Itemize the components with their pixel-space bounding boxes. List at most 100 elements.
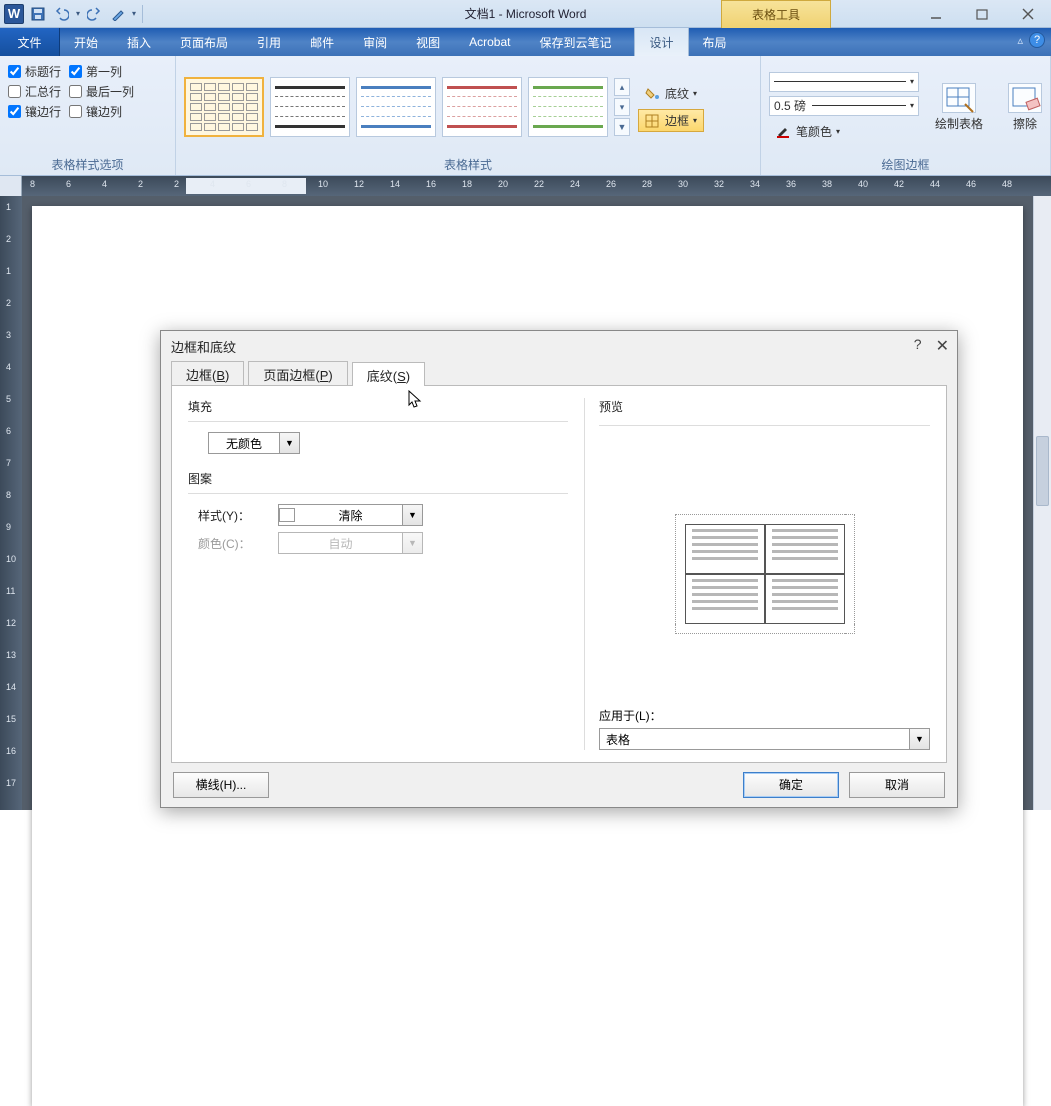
undo-dropdown-icon[interactable]: ▾ bbox=[76, 9, 80, 18]
tab-review[interactable]: 审阅 bbox=[349, 28, 402, 56]
chk-first-col[interactable]: 第一列 bbox=[69, 63, 134, 80]
tab-design[interactable]: 设计 bbox=[634, 28, 688, 56]
pattern-color-combo: 自动 ▼ bbox=[278, 532, 423, 554]
gallery-more-icon[interactable]: ▼ bbox=[614, 118, 630, 136]
apply-to-value: 表格 bbox=[600, 731, 909, 748]
chk-banded-col-label: 镶边列 bbox=[86, 103, 122, 120]
borders-shading-dialog: 边框和底纹 ? ✕ 边框(B) 页面边框(P) 底纹(S) 填充 无颜色 ▼ 图… bbox=[160, 330, 958, 808]
pattern-color-label: 颜色(C)： bbox=[198, 535, 268, 552]
dialog-tab-shading[interactable]: 底纹(S) bbox=[352, 362, 425, 386]
chevron-down-icon[interactable]: ▼ bbox=[279, 433, 299, 453]
dialog-body: 填充 无颜色 ▼ 图案 样式(Y)： 清除 ▼ bbox=[171, 385, 947, 763]
vertical-ruler[interactable]: 121234567891011121314151617 bbox=[0, 196, 22, 810]
draw-table-icon bbox=[942, 83, 976, 113]
pen-color-button[interactable]: 笔颜色 ▾ bbox=[769, 120, 919, 143]
tab-layout[interactable]: 布局 bbox=[689, 28, 742, 56]
save-icon[interactable] bbox=[28, 4, 48, 24]
chk-banded-row-label: 镶边行 bbox=[25, 103, 61, 120]
tab-insert[interactable]: 插入 bbox=[113, 28, 166, 56]
close-button[interactable] bbox=[1005, 0, 1051, 28]
document-title: 文档1 - Microsoft Word bbox=[465, 5, 587, 22]
tab-reference[interactable]: 引用 bbox=[243, 28, 296, 56]
eraser-icon bbox=[1008, 83, 1042, 113]
draw-table-button[interactable]: 绘制表格 bbox=[931, 83, 987, 132]
chk-banded-row[interactable]: 镶边行 bbox=[8, 103, 61, 120]
dialog-tab-border-text: 边框 bbox=[186, 368, 212, 383]
format-painter-icon[interactable] bbox=[108, 4, 128, 24]
ok-button[interactable]: 确定 bbox=[743, 772, 839, 798]
dialog-tab-shading-text: 底纹 bbox=[367, 369, 393, 384]
redo-icon[interactable] bbox=[84, 4, 104, 24]
chevron-down-icon[interactable]: ▼ bbox=[402, 505, 422, 525]
chk-banded-col[interactable]: 镶边列 bbox=[69, 103, 134, 120]
cancel-button[interactable]: 取消 bbox=[849, 772, 945, 798]
pattern-section-label: 图案 bbox=[188, 470, 568, 487]
apply-to-combo[interactable]: 表格 ▼ bbox=[599, 728, 930, 750]
group-label-style-options: 表格样式选项 bbox=[8, 154, 167, 173]
dialog-footer: 横线(H)... 确定 取消 bbox=[161, 763, 957, 807]
table-style-thumb-2[interactable] bbox=[270, 77, 350, 137]
draw-table-label: 绘制表格 bbox=[935, 115, 983, 132]
gallery-down-icon[interactable]: ▾ bbox=[614, 98, 630, 116]
tab-acrobat[interactable]: Acrobat bbox=[455, 28, 525, 56]
dialog-tab-page-border-text: 页面边框 bbox=[263, 368, 315, 383]
chk-header-row-label: 标题行 bbox=[25, 63, 61, 80]
borders-button[interactable]: 边框 ▾ bbox=[638, 109, 704, 132]
table-style-thumb-4[interactable] bbox=[442, 77, 522, 137]
pattern-color-value: 自动 bbox=[279, 535, 402, 552]
dialog-tab-border[interactable]: 边框(B) bbox=[171, 361, 244, 385]
pattern-style-value: 清除 bbox=[299, 507, 402, 524]
shading-button[interactable]: 底纹 ▾ bbox=[638, 82, 704, 105]
shading-label: 底纹 bbox=[665, 85, 689, 102]
chevron-down-icon: ▼ bbox=[402, 533, 422, 553]
dialog-tab-page-border[interactable]: 页面边框(P) bbox=[248, 361, 347, 385]
gallery-scroll: ▴ ▾ ▼ bbox=[614, 78, 630, 136]
dialog-close-button[interactable]: ✕ bbox=[936, 336, 949, 356]
word-app-icon: W bbox=[4, 4, 24, 24]
chk-total-row-label: 汇总行 bbox=[25, 83, 61, 100]
eraser-button[interactable]: 擦除 bbox=[997, 83, 1051, 132]
tab-save-cloud[interactable]: 保存到云笔记 bbox=[525, 28, 626, 56]
table-style-thumb-1[interactable] bbox=[184, 77, 264, 137]
table-style-thumb-5[interactable] bbox=[528, 77, 608, 137]
scrollbar-thumb[interactable] bbox=[1036, 436, 1049, 506]
line-style-select[interactable]: ▾ bbox=[769, 72, 919, 92]
vertical-scrollbar[interactable] bbox=[1033, 196, 1051, 810]
minimize-ribbon-icon[interactable]: ▵ bbox=[1017, 34, 1023, 47]
title-bar: W ▾ ▾ 文档1 - Microsoft Word 表格工具 bbox=[0, 0, 1051, 28]
dialog-help-button[interactable]: ? bbox=[914, 336, 922, 356]
quick-access-toolbar: W ▾ ▾ bbox=[0, 4, 145, 24]
line-weight-select[interactable]: 0.5 磅▾ bbox=[769, 96, 919, 116]
tab-page-layout[interactable]: 页面布局 bbox=[166, 28, 243, 56]
pattern-style-combo[interactable]: 清除 ▼ bbox=[278, 504, 423, 526]
gallery-up-icon[interactable]: ▴ bbox=[614, 78, 630, 96]
tab-mailings[interactable]: 邮件 bbox=[296, 28, 349, 56]
help-icon[interactable]: ? bbox=[1029, 32, 1045, 48]
tab-home[interactable]: 开始 bbox=[60, 28, 113, 56]
shading-border-buttons: 底纹 ▾ 边框 ▾ bbox=[638, 82, 704, 132]
tab-selector[interactable] bbox=[0, 176, 22, 196]
chk-header-row[interactable]: 标题行 bbox=[8, 63, 61, 80]
horizontal-line-button[interactable]: 横线(H)... bbox=[173, 772, 269, 798]
qat-customize-icon[interactable]: ▾ bbox=[132, 9, 136, 18]
apply-to-label: 应用于(L)： bbox=[599, 707, 930, 724]
table-style-gallery[interactable]: ▴ ▾ ▼ bbox=[184, 77, 630, 137]
group-draw-borders: ▾ 0.5 磅▾ 笔颜色 ▾ 绘制表格 擦除 绘图边框 bbox=[761, 56, 1051, 175]
dialog-tabstrip: 边框(B) 页面边框(P) 底纹(S) bbox=[161, 361, 957, 385]
horizontal-ruler[interactable]: 8642246810121416182022242628303234363840… bbox=[0, 176, 1051, 196]
fill-section-label: 填充 bbox=[188, 398, 568, 415]
fill-color-combo[interactable]: 无颜色 ▼ bbox=[208, 432, 300, 454]
maximize-button[interactable] bbox=[959, 0, 1005, 28]
chevron-down-icon[interactable]: ▼ bbox=[909, 729, 929, 749]
chk-last-col[interactable]: 最后一列 bbox=[69, 83, 134, 100]
context-tool-label: 表格工具 bbox=[721, 0, 831, 28]
minimize-button[interactable] bbox=[913, 0, 959, 28]
undo-icon[interactable] bbox=[52, 4, 72, 24]
chk-total-row[interactable]: 汇总行 bbox=[8, 83, 61, 100]
tab-file[interactable]: 文件 bbox=[0, 28, 60, 56]
eraser-label: 擦除 bbox=[1013, 115, 1037, 132]
ribbon-body: 标题行 汇总行 镶边行 第一列 最后一列 镶边列 表格样式选项 ▴ bbox=[0, 56, 1051, 176]
preview-box bbox=[599, 442, 930, 699]
table-style-thumb-3[interactable] bbox=[356, 77, 436, 137]
tab-view[interactable]: 视图 bbox=[402, 28, 455, 56]
